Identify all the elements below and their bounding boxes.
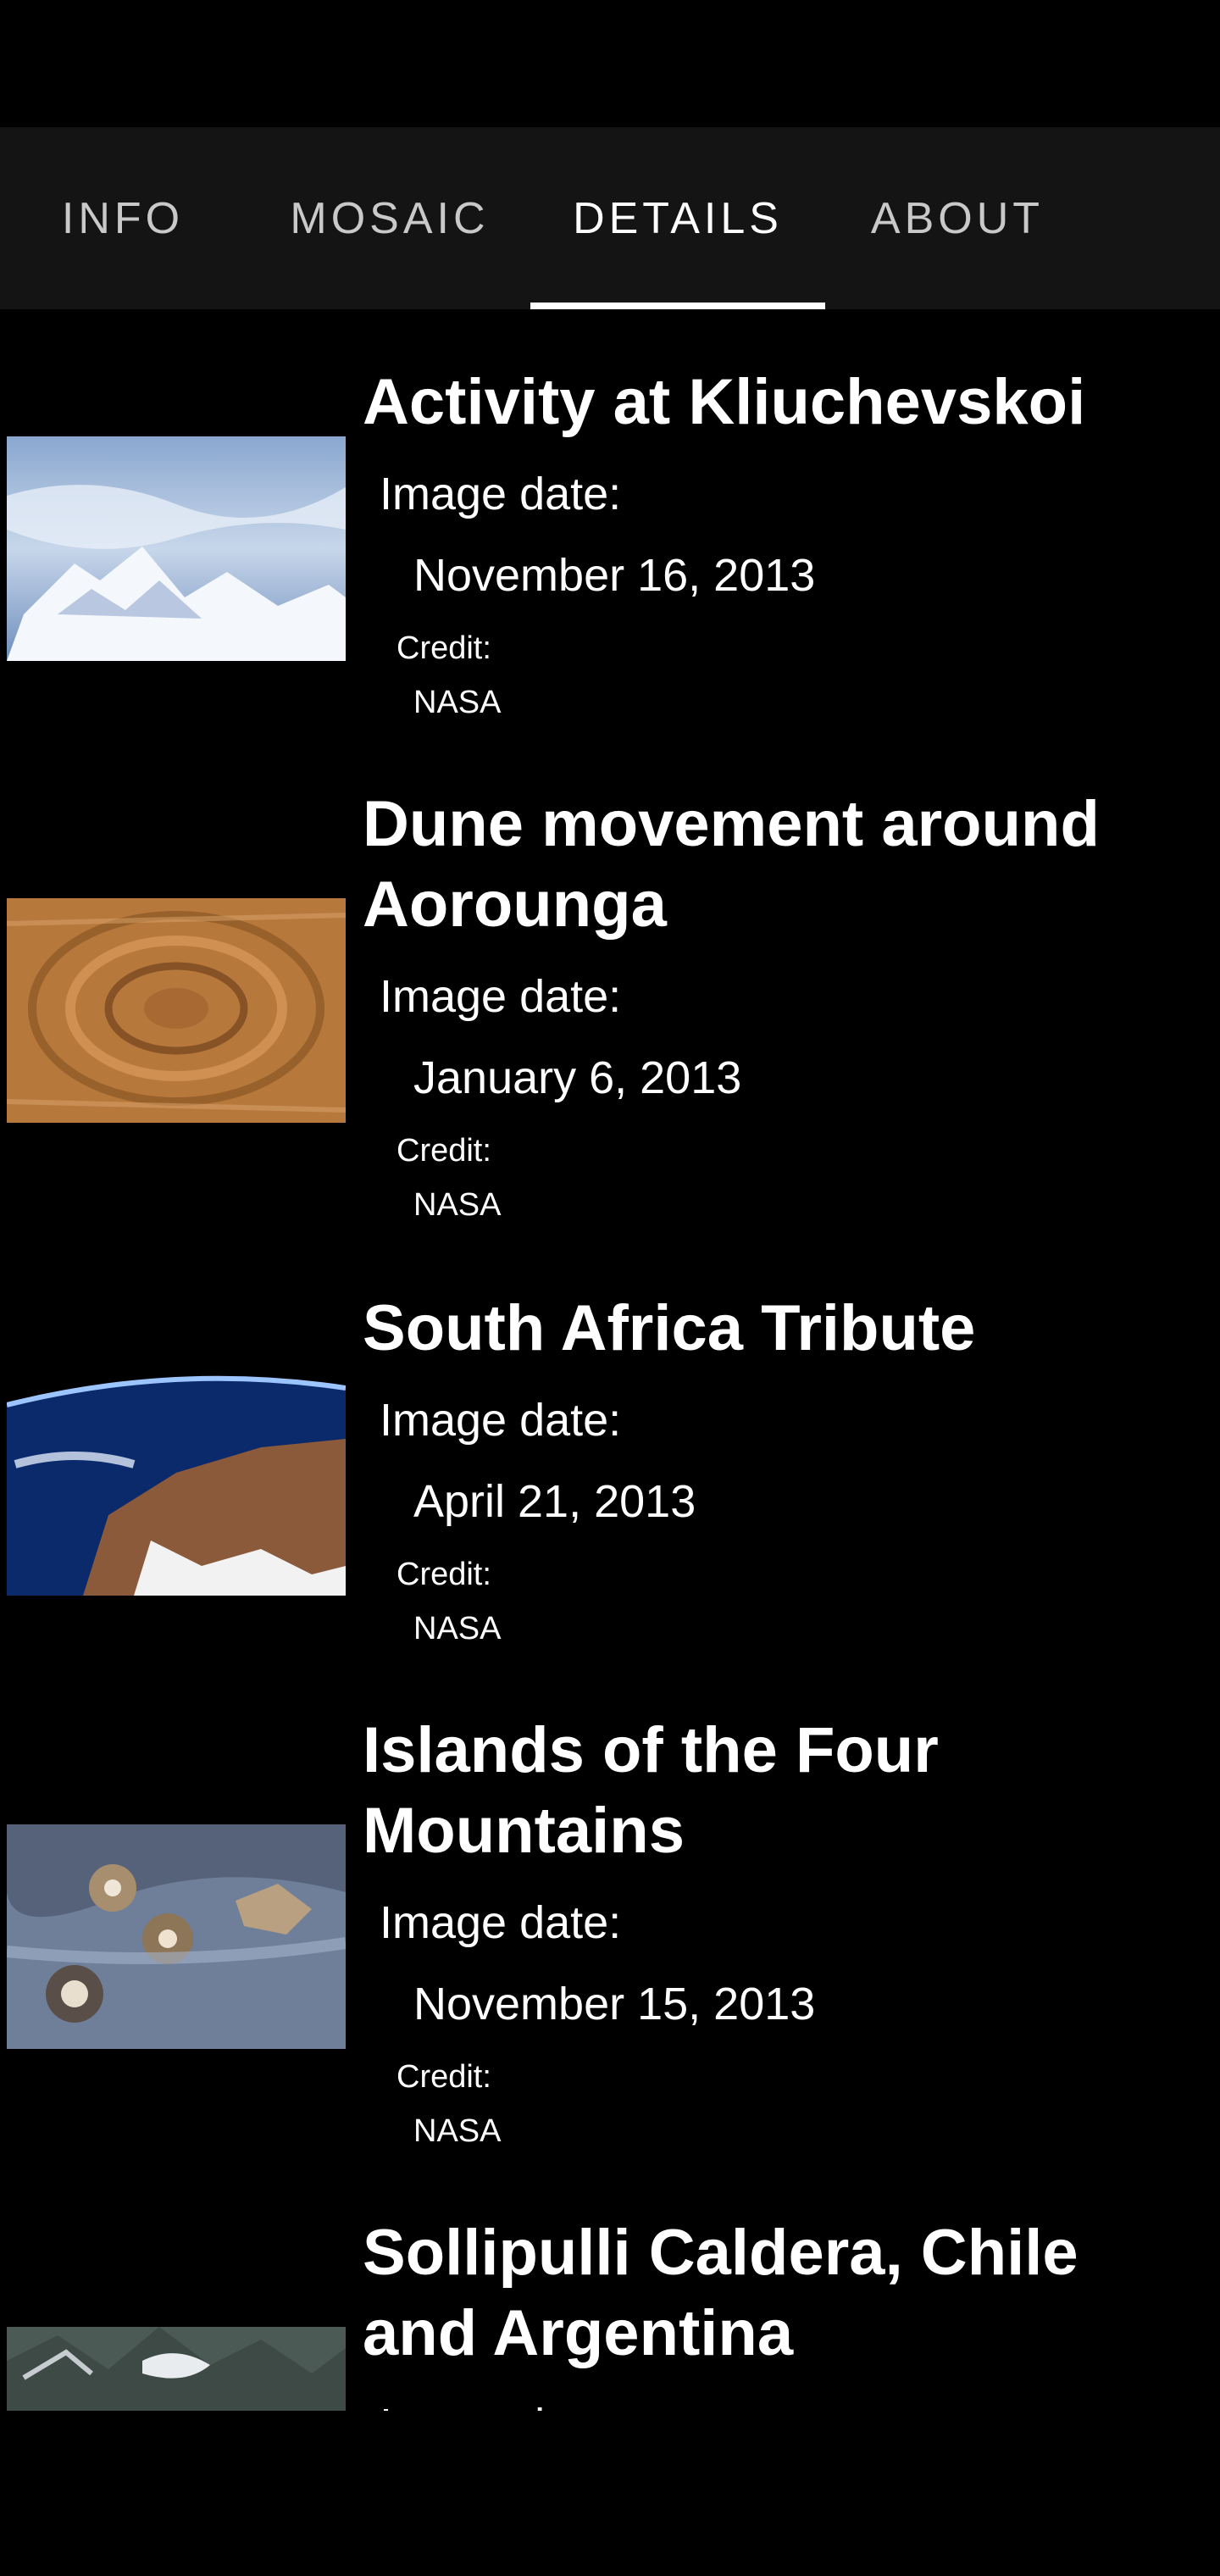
item-title: Islands of the Four Mountains: [363, 1714, 939, 1867]
mountain-caldera-image: [7, 2327, 346, 2411]
tab-about[interactable]: ABOUT: [856, 127, 1059, 309]
credit-value: NASA: [413, 2113, 502, 2149]
item-title: Sollipulli Caldera, Chile and Argentina: [363, 2217, 1079, 2369]
credit-label: Credit:: [396, 630, 491, 666]
volcanic-islands-image: [7, 1824, 346, 2049]
list-item[interactable]: South Africa Tribute Image date: April 2…: [0, 1235, 1220, 1659]
active-tab-indicator: [530, 303, 825, 309]
list-item[interactable]: Sollipulli Caldera, Chile and Argentina …: [0, 2162, 1220, 2411]
credit-label: Credit:: [396, 1133, 491, 1169]
status-bar: [0, 0, 1220, 127]
list-item[interactable]: Activity at Kliuchevskoi Image date: Nov…: [0, 309, 1220, 733]
navigation-bar: [0, 2411, 1220, 2576]
thumbnail-image[interactable]: [7, 1371, 346, 1596]
image-date-label: Image date:: [380, 469, 622, 519]
item-title: Dune movement around Aorounga: [363, 788, 1100, 941]
image-date-value: January 6, 2013: [413, 1052, 742, 1103]
tab-details[interactable]: DETAILS: [542, 127, 813, 309]
credit-value: NASA: [413, 685, 502, 720]
image-date-label: Image date:: [380, 1395, 622, 1446]
thumbnail-image[interactable]: [7, 1824, 346, 2049]
credit-label: Credit:: [396, 2059, 491, 2095]
credit-label: Credit:: [396, 1557, 491, 1592]
image-date-label: Image date:: [380, 2399, 621, 2411]
volcano-clouds-image: [7, 436, 346, 661]
details-list[interactable]: Activity at Kliuchevskoi Image date: Nov…: [0, 309, 1220, 2411]
credit-value: NASA: [413, 1187, 502, 1223]
tab-bar: INFO MOSAIC DETAILS ABOUT: [0, 127, 1220, 309]
desert-crater-image: [7, 898, 346, 1123]
item-title: South Africa Tribute: [363, 1292, 976, 1364]
image-date-value: November 15, 2013: [413, 1979, 816, 2029]
image-date-value: November 16, 2013: [413, 550, 816, 601]
image-date-label: Image date:: [380, 971, 622, 1022]
thumbnail-image[interactable]: [7, 436, 346, 661]
tab-mosaic[interactable]: MOSAIC: [271, 127, 508, 309]
thumbnail-image[interactable]: [7, 898, 346, 1123]
tab-info[interactable]: INFO: [34, 127, 212, 309]
thumbnail-image[interactable]: [7, 2327, 346, 2411]
image-date-label: Image date:: [380, 1897, 622, 1948]
item-title: Activity at Kliuchevskoi: [363, 366, 1086, 438]
earth-from-orbit-image: [7, 1371, 346, 1596]
list-item[interactable]: Islands of the Four Mountains Image date…: [0, 1659, 1220, 2162]
credit-value: NASA: [413, 1611, 502, 1646]
image-date-value: April 21, 2013: [413, 1476, 696, 1527]
list-item[interactable]: Dune movement around Aorounga Image date…: [0, 733, 1220, 1235]
